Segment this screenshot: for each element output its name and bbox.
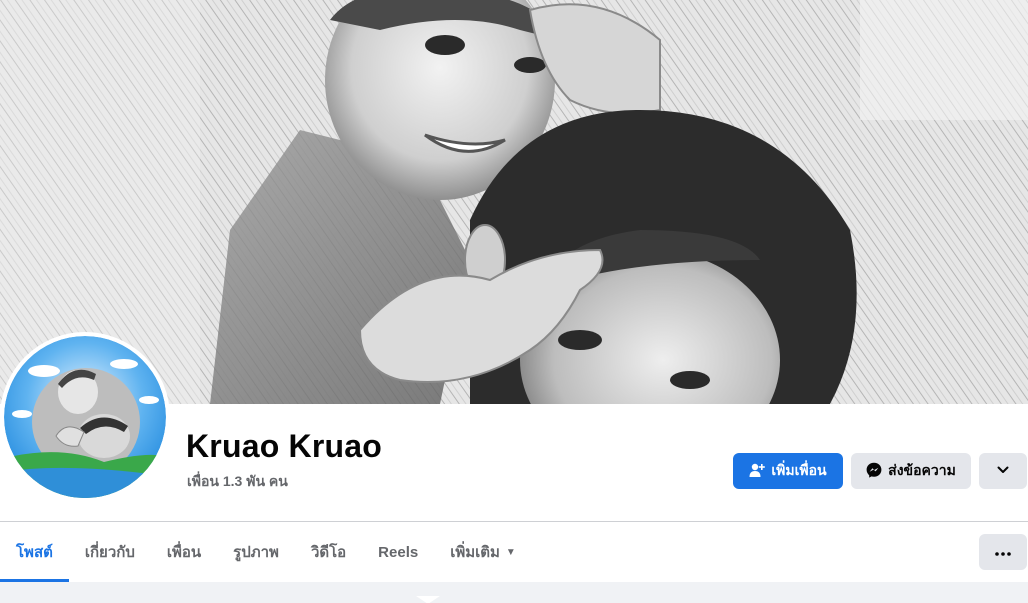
cover-photo[interactable] <box>0 0 1028 404</box>
more-dots-icon <box>995 543 1011 561</box>
add-friend-label: เพิ่มเพื่อน <box>771 462 827 478</box>
more-options-button[interactable] <box>979 534 1027 570</box>
tab-photos[interactable]: รูปภาพ <box>217 522 295 582</box>
tab-reels[interactable]: Reels <box>362 522 434 582</box>
tab-label: วิดีโอ <box>310 544 347 561</box>
add-friend-button[interactable]: เพิ่มเพื่อน <box>733 453 843 489</box>
tab-label: เพื่อน <box>166 544 202 561</box>
tab-label: เพิ่มเติม <box>450 544 500 561</box>
profile-name: Kruao Kruao <box>186 428 382 464</box>
chevron-down-icon <box>996 463 1010 480</box>
cover-sketch-image <box>0 0 1028 404</box>
profile-avatar[interactable] <box>0 332 170 502</box>
tab-indicator-notch <box>416 596 440 603</box>
add-person-icon <box>749 462 766 481</box>
message-button[interactable]: ส่งข้อความ <box>851 453 971 489</box>
feed-background <box>0 582 1028 603</box>
message-label: ส่งข้อความ <box>888 462 956 478</box>
profile-options-dropdown[interactable] <box>979 453 1027 489</box>
messenger-icon <box>866 462 882 481</box>
profile-tabs: โพสต์ เกี่ยวกับ เพื่อน รูปภาพ วิดีโอ Ree… <box>0 522 532 582</box>
tab-friends[interactable]: เพื่อน <box>151 522 217 582</box>
avatar-image <box>4 336 166 498</box>
caret-down-icon: ▼ <box>505 546 516 558</box>
tab-label: โพสต์ <box>16 544 53 561</box>
tab-more[interactable]: เพิ่มเติม ▼ <box>434 522 532 582</box>
tab-label: เกี่ยวกับ <box>84 544 135 561</box>
tab-label: Reels <box>378 543 419 561</box>
friends-count[interactable]: เพื่อน 1.3 พัน คน <box>187 471 288 493</box>
profile-page: Kruao Kruao เพื่อน 1.3 พัน คน เพิ่มเพื่อ… <box>0 0 1028 603</box>
tab-posts[interactable]: โพสต์ <box>0 522 69 582</box>
tab-label: รูปภาพ <box>233 544 279 561</box>
tab-videos[interactable]: วิดีโอ <box>295 522 362 582</box>
tab-about[interactable]: เกี่ยวกับ <box>69 522 151 582</box>
